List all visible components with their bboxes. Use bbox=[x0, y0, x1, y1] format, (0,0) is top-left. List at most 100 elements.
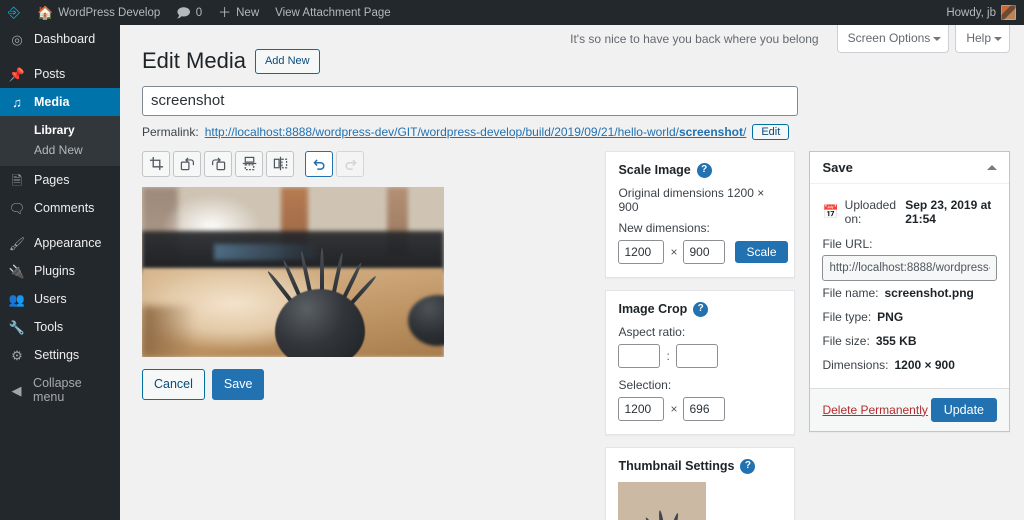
help-button[interactable]: Help bbox=[955, 25, 1010, 54]
sidebar-item-collapse-menu[interactable]: ◀ Collapse menu bbox=[0, 376, 120, 404]
title-input[interactable] bbox=[142, 85, 798, 116]
save-metabox: Save 📅 Uploaded on: Sep 23, 2019 at 21:5… bbox=[809, 150, 1010, 432]
rotate-left-icon[interactable] bbox=[173, 150, 201, 177]
sidebar-item-pages[interactable]: 🗎 Pages bbox=[0, 166, 120, 194]
sidebar-item-media[interactable]: ♫ Media bbox=[0, 88, 128, 116]
sidebar-item-comments[interactable]: 🗨 Comments bbox=[0, 194, 120, 222]
file-type-label: File type: bbox=[822, 309, 872, 324]
image-editor-actions: Cancel Save bbox=[142, 368, 585, 400]
howdy-label: Howdy, jb bbox=[946, 6, 996, 19]
scale-width-input[interactable] bbox=[618, 239, 665, 264]
comment-bubble-icon: 🗩 bbox=[176, 5, 191, 20]
submenu-item-add-new[interactable]: Add New bbox=[0, 140, 120, 160]
undo-icon[interactable] bbox=[305, 150, 333, 177]
sidebar-item-tools[interactable]: 🔧 Tools bbox=[0, 313, 120, 341]
chevron-up-icon[interactable] bbox=[987, 164, 997, 170]
toolbar-gap bbox=[297, 151, 302, 177]
site-name-label: WordPress Develop bbox=[58, 6, 161, 19]
my-account-menu[interactable]: Howdy, jb bbox=[938, 0, 1024, 25]
collapse-icon: ◀ bbox=[11, 382, 22, 398]
aspect-height-input[interactable] bbox=[675, 343, 718, 368]
update-button[interactable]: Update bbox=[930, 397, 997, 422]
selection-height-input[interactable] bbox=[683, 396, 726, 421]
sidebar-item-label: Pages bbox=[34, 173, 70, 187]
users-icon: 👥 bbox=[8, 291, 26, 307]
image-preview[interactable] bbox=[142, 186, 444, 357]
selection-width-input[interactable] bbox=[618, 396, 665, 421]
uploaded-on-value: Sep 23, 2019 at 21:54 bbox=[905, 197, 992, 226]
save-metabox-header[interactable]: Save bbox=[810, 152, 1009, 184]
file-type-row: File type: PNG bbox=[822, 305, 997, 329]
thumbnail-settings-title: Thumbnail Settings ? bbox=[618, 458, 782, 474]
sidebar-item-label: Media bbox=[34, 95, 70, 109]
screen-options-button[interactable]: Screen Options bbox=[836, 25, 950, 54]
title-field-wrap bbox=[120, 85, 1024, 116]
flip-horizontal-icon[interactable] bbox=[266, 150, 294, 177]
aspect-ratio-row: : bbox=[618, 343, 782, 368]
file-name-label: File name: bbox=[822, 285, 879, 300]
save-button[interactable]: Save bbox=[211, 368, 265, 400]
avatar bbox=[1001, 5, 1016, 20]
sidebar-item-posts[interactable]: 📌 Posts bbox=[0, 60, 120, 88]
image-editor-toolbar bbox=[142, 150, 585, 177]
delete-permanently-link[interactable]: Delete Permanently bbox=[822, 403, 927, 417]
new-content-menu[interactable]: ＋ New bbox=[210, 0, 267, 25]
original-dimensions-text: Original dimensions 1200 × 900 bbox=[618, 185, 765, 214]
comments-menu[interactable]: 🗩 0 bbox=[168, 0, 210, 25]
save-metabox-body: 📅 Uploaded on: Sep 23, 2019 at 21:54 Fil… bbox=[810, 184, 1009, 388]
image-layer-table-shadow bbox=[142, 305, 197, 357]
sidebar-item-appearance[interactable]: 🖌 Appearance bbox=[0, 229, 120, 257]
sidebar-item-users[interactable]: 👥 Users bbox=[0, 285, 120, 313]
sidebar-item-dashboard[interactable]: ◎ Dashboard bbox=[0, 25, 120, 53]
thumb-layer-background bbox=[618, 482, 706, 520]
sidebar-item-label: Collapse menu bbox=[33, 376, 82, 404]
add-new-button[interactable]: Add New bbox=[254, 49, 320, 74]
image-crop-label: Image Crop bbox=[618, 302, 688, 317]
crop-icon[interactable] bbox=[142, 150, 170, 177]
greeting-text: It's so nice to have you back where you … bbox=[570, 32, 819, 47]
plug-icon: 🔌 bbox=[8, 263, 26, 279]
sidebar-item-plugins[interactable]: 🔌 Plugins bbox=[0, 257, 120, 285]
media-submenu: Library Add New bbox=[0, 116, 120, 166]
permalink-slug: screenshot bbox=[678, 124, 743, 139]
sidebar-item-label: Dashboard bbox=[34, 32, 96, 46]
selection-label: Selection: bbox=[618, 377, 672, 392]
help-icon[interactable]: ? bbox=[693, 301, 709, 317]
permalink-label: Permalink: bbox=[142, 124, 199, 139]
flip-vertical-icon[interactable] bbox=[235, 150, 263, 177]
cancel-button[interactable]: Cancel bbox=[142, 368, 205, 400]
scale-height-input[interactable] bbox=[683, 239, 726, 264]
file-url-input[interactable] bbox=[822, 254, 997, 281]
redo-icon bbox=[336, 150, 364, 177]
scale-dimensions-row: × Scale bbox=[618, 239, 788, 264]
menu-separator bbox=[0, 222, 120, 229]
site-name-menu[interactable]: 🏠 WordPress Develop bbox=[29, 0, 168, 25]
new-label: New bbox=[236, 6, 260, 19]
chevron-down-icon bbox=[933, 36, 942, 41]
admin-bar: ⎆ 🏠 WordPress Develop 🗩 0 ＋ New View Att… bbox=[0, 0, 1024, 25]
thumbnail-settings-label: Thumbnail Settings bbox=[618, 459, 735, 474]
help-icon[interactable]: ? bbox=[740, 458, 756, 474]
scale-image-panel: Scale Image ? Original dimensions 1200 ×… bbox=[605, 150, 796, 278]
edit-permalink-button[interactable]: Edit bbox=[752, 123, 790, 140]
sidebar-item-label: Plugins bbox=[34, 264, 75, 278]
dimensions-row: Dimensions: 1200 × 900 bbox=[822, 353, 997, 377]
dimension-separator: × bbox=[670, 244, 678, 259]
file-size-label: File size: bbox=[822, 333, 870, 348]
permalink-link[interactable]: http://localhost:8888/wordpress-dev/GIT/… bbox=[205, 125, 747, 139]
page-body: It's so nice to have you back where you … bbox=[120, 25, 1024, 520]
file-size-row: File size: 355 KB bbox=[822, 329, 997, 353]
wordpress-logo-icon[interactable]: ⎆ bbox=[0, 0, 29, 25]
help-icon[interactable]: ? bbox=[696, 162, 712, 178]
sidebar-item-settings[interactable]: ⚙ Settings bbox=[0, 341, 120, 369]
scale-button[interactable]: Scale bbox=[735, 240, 788, 263]
view-attachment-page-link[interactable]: View Attachment Page bbox=[267, 0, 399, 25]
rotate-right-icon[interactable] bbox=[204, 150, 232, 177]
screen-options-label: Screen Options bbox=[847, 31, 931, 45]
submenu-item-library[interactable]: Library bbox=[0, 120, 120, 140]
plus-icon: ＋ bbox=[218, 5, 232, 20]
aspect-width-input[interactable] bbox=[618, 343, 661, 368]
image-editor-column: Cancel Save bbox=[142, 150, 585, 520]
scale-image-label: Scale Image bbox=[618, 163, 691, 178]
aspect-ratio-label: Aspect ratio: bbox=[618, 324, 686, 339]
